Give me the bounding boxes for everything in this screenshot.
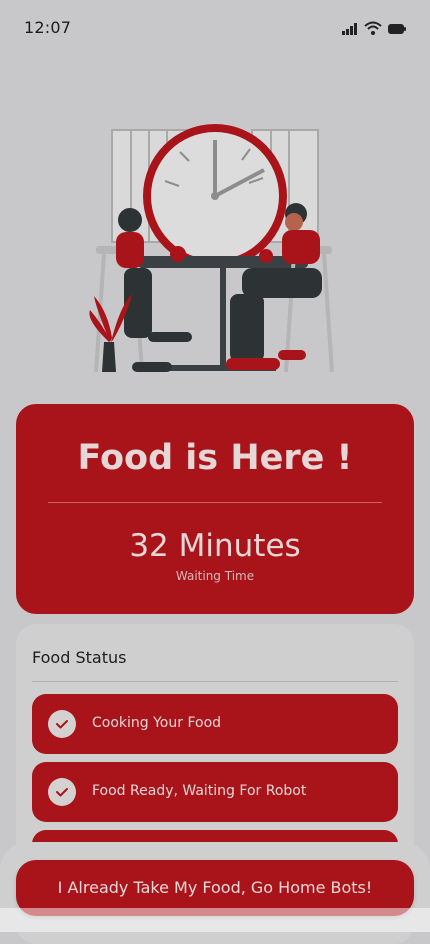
status-time: 12:07 bbox=[24, 18, 72, 37]
status-step-cooking[interactable]: Cooking Your Food bbox=[32, 694, 398, 754]
status-bar: 12:07 bbox=[0, 0, 430, 56]
check-icon bbox=[48, 778, 76, 806]
signal-icon bbox=[342, 20, 358, 39]
food-ready-title: Food is Here ! bbox=[77, 438, 353, 478]
divider bbox=[48, 502, 382, 503]
food-status-title: Food Status bbox=[32, 648, 127, 667]
panel-divider bbox=[32, 681, 398, 682]
waiting-time-label: Waiting Time bbox=[175, 569, 255, 583]
status-step-label: Cooking Your Food bbox=[92, 715, 222, 731]
wifi-icon bbox=[364, 20, 382, 39]
check-icon bbox=[48, 710, 76, 738]
status-step-label: Food Ready, Waiting For Robot bbox=[92, 783, 307, 799]
status-icons bbox=[342, 20, 406, 39]
status-step-ready[interactable]: Food Ready, Waiting For Robot bbox=[32, 762, 398, 822]
food-ready-card: Food is Here ! 32 Minutes Waiting Time bbox=[16, 404, 414, 614]
waiting-time-value: 32 Minutes bbox=[129, 528, 301, 564]
waiting-for-food-illustration bbox=[86, 118, 344, 380]
battery-icon bbox=[388, 20, 406, 39]
home-indicator-area bbox=[0, 908, 430, 932]
